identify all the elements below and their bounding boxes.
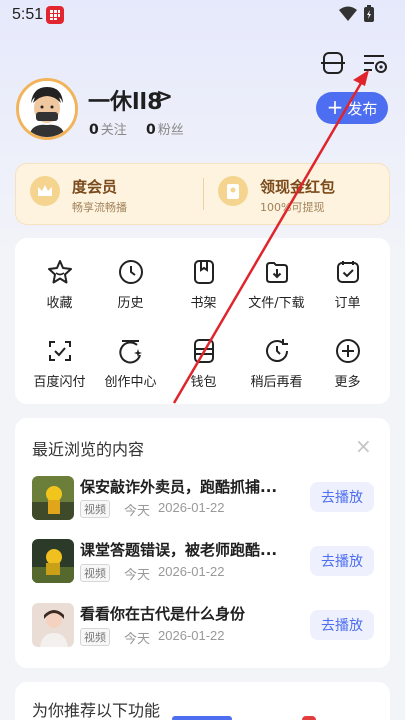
recent-item-title[interactable]: 课堂答题错误，被老师跑酷... — [80, 539, 290, 560]
star-icon — [47, 260, 72, 284]
crown-icon — [30, 176, 60, 206]
recent-item-title[interactable]: 保安敲诈外卖员，跑酷抓捕... — [80, 476, 290, 497]
notification-dot — [302, 716, 316, 720]
scan-icon[interactable] — [318, 48, 348, 78]
recent-item-date: 2026-01-22 — [158, 628, 225, 643]
wallet-icon — [193, 339, 214, 363]
grid-item-favorites[interactable]: 收藏 — [22, 258, 97, 311]
fans-label: 粉丝 — [157, 123, 184, 138]
red-envelope-icon — [218, 176, 248, 206]
fans-count: 0 — [146, 122, 156, 138]
close-icon[interactable]: × — [355, 434, 372, 458]
grid-item-baidu-pay[interactable]: 百度闪付 — [22, 337, 97, 390]
video-tag: 视频 — [80, 564, 110, 582]
recommend-title: 为你推荐以下功能 — [32, 701, 161, 720]
recent-item-day: 今天 — [124, 568, 151, 583]
fans-stat[interactable]: 0 粉丝 — [146, 119, 184, 138]
order-icon — [336, 261, 359, 283]
video-thumbnail[interactable] — [32, 603, 74, 647]
recent-item-date: 2026-01-22 — [158, 500, 225, 515]
home-indicator — [172, 716, 232, 720]
clock-icon — [118, 260, 143, 284]
recent-item-day: 今天 — [124, 632, 151, 647]
publish-button[interactable]: + 发布 — [316, 92, 388, 124]
plus-icon: + — [326, 95, 344, 119]
video-thumbnail[interactable] — [32, 539, 74, 583]
battery-icon — [364, 5, 374, 22]
grid-label: 文件/下载 — [248, 296, 305, 311]
vip-member-title[interactable]: 度会员 — [72, 176, 117, 197]
vip-member-subtitle: 畅享流畅播 — [72, 201, 127, 214]
vip-divider — [203, 178, 204, 210]
grid-label: 收藏 — [46, 296, 73, 311]
grid-item-bookshelf[interactable]: 书架 — [166, 258, 241, 311]
scan-pay-icon — [48, 341, 71, 361]
grid-item-creation-center[interactable]: 创作中心 — [93, 337, 168, 390]
username[interactable]: 一休ll8 — [88, 84, 162, 116]
video-tag: 视频 — [80, 500, 110, 518]
grid-item-orders[interactable]: 订单 — [310, 258, 385, 311]
grid-item-watch-later[interactable]: 稍后再看 — [239, 337, 314, 390]
play-button[interactable]: 去播放 — [310, 482, 374, 512]
grid-label: 钱包 — [190, 375, 217, 390]
recent-item-date: 2026-01-22 — [158, 564, 225, 579]
recent-item-day: 今天 — [124, 504, 151, 519]
recent-item-title[interactable]: 看看你在古代是什么身份 — [80, 603, 290, 624]
video-thumbnail[interactable] — [32, 476, 74, 520]
plus-circle-icon — [335, 339, 360, 363]
grid-item-more[interactable]: 更多 — [310, 337, 385, 390]
bookshelf-icon — [193, 260, 214, 284]
play-button[interactable]: 去播放 — [310, 610, 374, 640]
following-stat[interactable]: 0 关注 — [89, 119, 127, 138]
settings-icon[interactable] — [360, 48, 390, 78]
cash-title[interactable]: 领现金红包 — [260, 176, 335, 197]
download-icon — [265, 262, 288, 283]
recent-title: 最近浏览的内容 — [32, 440, 145, 459]
publish-label: 发布 — [347, 99, 378, 118]
grid-item-history[interactable]: 历史 — [93, 258, 168, 311]
following-label: 关注 — [100, 123, 127, 138]
wifi-icon — [339, 6, 357, 21]
following-count: 0 — [89, 122, 99, 138]
creation-icon — [118, 340, 142, 364]
grid-item-downloads[interactable]: 文件/下载 — [239, 258, 314, 311]
app-notification-icon — [46, 6, 64, 24]
grid-label: 稍后再看 — [250, 375, 303, 390]
status-time: 5:51 — [12, 6, 44, 23]
grid-label: 更多 — [334, 375, 361, 390]
grid-label: 创作中心 — [104, 375, 157, 390]
avatar[interactable] — [16, 78, 78, 140]
grid-label: 订单 — [334, 296, 361, 311]
video-tag: 视频 — [80, 628, 110, 646]
profile-chevron-icon[interactable]: > — [156, 84, 173, 108]
cash-subtitle: 100%可提现 — [260, 201, 325, 214]
grid-label: 书架 — [190, 296, 217, 311]
watch-later-icon — [265, 339, 288, 362]
grid-label: 历史 — [117, 296, 144, 311]
play-button[interactable]: 去播放 — [310, 546, 374, 576]
grid-item-wallet[interactable]: 钱包 — [166, 337, 241, 390]
grid-label: 百度闪付 — [33, 375, 86, 390]
